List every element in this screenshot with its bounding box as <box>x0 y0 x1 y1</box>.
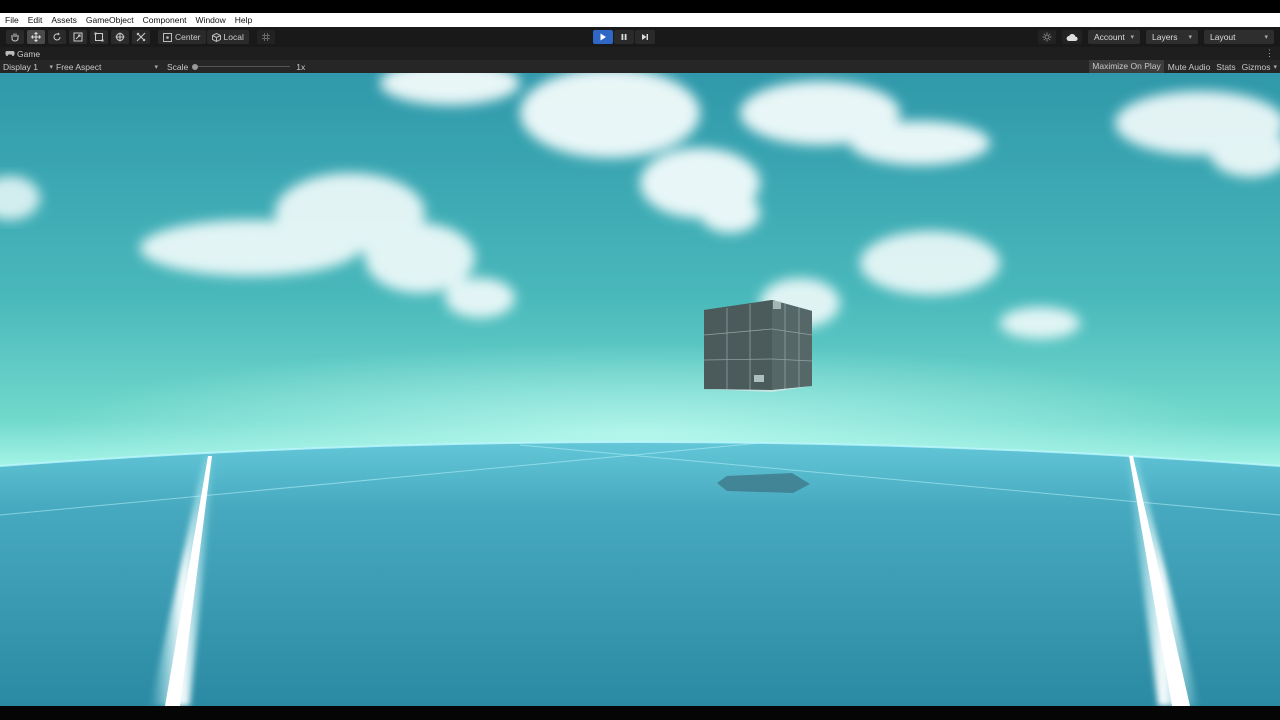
cloud-icon <box>1066 33 1078 41</box>
center-pivot-icon <box>163 32 172 42</box>
aspect-label: Free Aspect <box>56 61 102 72</box>
display-label: Display 1 <box>3 61 38 72</box>
menu-gameobject[interactable]: GameObject <box>86 15 134 25</box>
layers-dropdown[interactable]: Layers ▾ <box>1146 30 1198 44</box>
game-viewport[interactable] <box>0 73 1280 706</box>
account-dropdown[interactable]: Account ▾ <box>1088 30 1140 44</box>
move-tool-button[interactable] <box>27 30 45 44</box>
gizmos-dropdown[interactable]: Gizmos <box>1239 62 1274 72</box>
window-top-strip <box>0 0 1280 13</box>
game-tab-label: Game <box>17 48 41 59</box>
gizmos-chevron-down-icon[interactable]: ▾ <box>1273 63 1277 71</box>
rotate-tool-button[interactable] <box>48 30 66 44</box>
scale-tool-button[interactable] <box>69 30 87 44</box>
step-icon <box>642 34 648 40</box>
game-view-toolbar: Display 1 ▾ Free Aspect ▾ Scale 1x Maxim… <box>0 60 1280 73</box>
pivot-space-label: Local <box>223 32 244 42</box>
window-bottom-strip <box>0 706 1280 720</box>
rotate-tool-icon <box>53 32 61 41</box>
grid-snap-icon <box>261 33 270 41</box>
layout-dropdown[interactable]: Layout ▾ <box>1204 30 1274 44</box>
menu-component[interactable]: Component <box>143 15 187 25</box>
layers-chevron-down-icon: ▾ <box>1188 34 1192 41</box>
pivot-mode-button[interactable]: Center <box>158 30 206 44</box>
pause-button[interactable] <box>614 30 634 44</box>
custom-tool-button[interactable] <box>132 30 150 44</box>
game-tab[interactable]: Game <box>5 49 40 59</box>
cube-shadow <box>717 473 810 493</box>
scale-tool-icon <box>73 32 83 42</box>
game-view-options: Maximize On Play Mute Audio Stats Gizmos… <box>1089 60 1280 73</box>
local-space-icon <box>211 32 221 42</box>
rect-tool-icon <box>94 32 104 42</box>
display-chevron-down-icon: ▾ <box>49 63 53 71</box>
maximize-on-play-toggle[interactable]: Maximize On Play <box>1089 60 1164 73</box>
aspect-dropdown[interactable]: Free Aspect ▾ <box>56 62 158 72</box>
cloud-button[interactable] <box>1062 30 1082 44</box>
pivot-mode-label: Center <box>175 32 201 42</box>
collab-button[interactable] <box>1038 30 1056 44</box>
tab-options-menu[interactable]: ⋮ <box>1265 48 1274 59</box>
main-toolbar: Center Local Account ▾ Layers ▾ Layout ▾ <box>0 27 1280 47</box>
step-button[interactable] <box>635 30 655 44</box>
menu-edit[interactable]: Edit <box>28 15 43 25</box>
toolbar-right-group: Account ▾ Layers ▾ Layout ▾ <box>1038 30 1274 44</box>
menu-help[interactable]: Help <box>235 15 252 25</box>
layout-label: Layout <box>1210 32 1236 42</box>
playback-controls <box>593 30 655 44</box>
pivot-space-button[interactable]: Local <box>206 30 249 44</box>
play-button[interactable] <box>593 30 613 44</box>
layers-label: Layers <box>1152 32 1178 42</box>
pause-icon <box>621 34 627 40</box>
menu-file[interactable]: File <box>5 15 19 25</box>
grid-snap-button[interactable] <box>256 30 275 44</box>
gamepad-icon <box>5 51 15 57</box>
hand-tool-button[interactable] <box>6 30 24 44</box>
account-label: Account <box>1094 32 1125 42</box>
scale-label: Scale <box>167 61 189 72</box>
game-scene <box>0 73 1280 706</box>
scale-slider-track <box>192 66 291 67</box>
menu-assets[interactable]: Assets <box>51 15 77 25</box>
sun-icon <box>1042 32 1052 42</box>
rect-tool-button[interactable] <box>90 30 108 44</box>
custom-tool-icon <box>136 32 146 42</box>
mute-audio-toggle[interactable]: Mute Audio <box>1165 62 1214 72</box>
account-chevron-down-icon: ▾ <box>1130 34 1134 41</box>
scale-slider[interactable] <box>192 62 291 72</box>
menu-bar: File Edit Assets GameObject Component Wi… <box>0 13 1280 27</box>
transform-tool-icon <box>115 32 125 42</box>
display-dropdown[interactable]: Display 1 ▾ <box>3 62 53 72</box>
aspect-chevron-down-icon: ▾ <box>154 63 158 71</box>
hand-tool-icon <box>11 33 19 42</box>
move-tool-icon <box>31 32 41 42</box>
scale-slider-thumb[interactable] <box>192 63 199 70</box>
game-tab-bar: Game ⋮ <box>0 47 1280 60</box>
menu-window[interactable]: Window <box>196 15 226 25</box>
play-icon <box>600 33 606 41</box>
layout-chevron-down-icon: ▾ <box>1264 34 1268 41</box>
floating-cube <box>703 300 813 392</box>
transform-tool-button[interactable] <box>111 30 129 44</box>
stats-toggle[interactable]: Stats <box>1213 62 1238 72</box>
scale-value: 1x <box>296 61 306 72</box>
